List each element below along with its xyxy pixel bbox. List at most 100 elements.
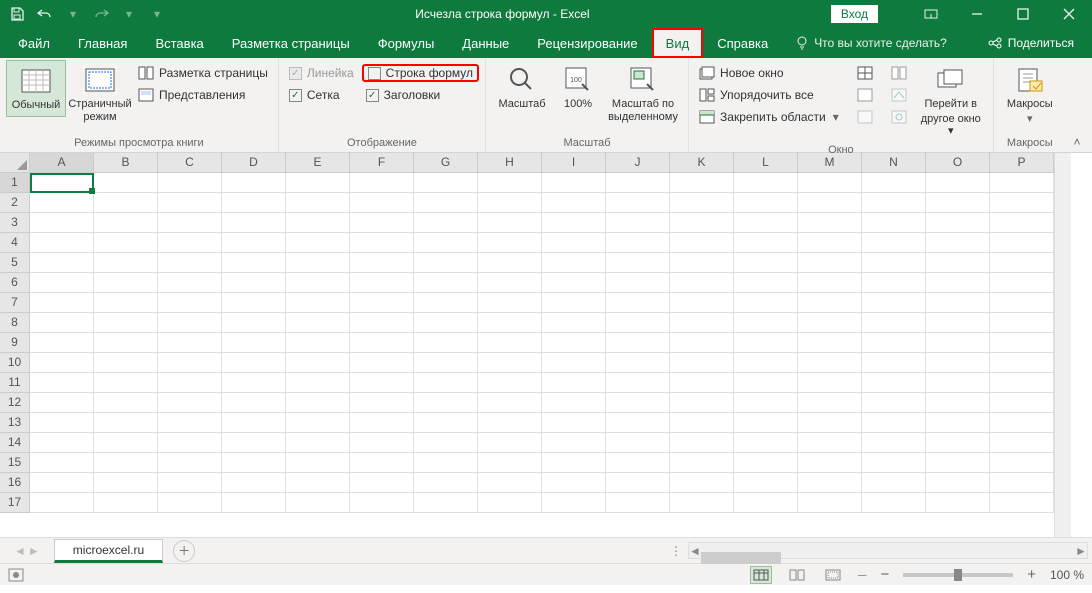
column-header[interactable]: C xyxy=(158,153,222,173)
cell[interactable] xyxy=(94,253,158,273)
cell[interactable] xyxy=(734,173,798,193)
freeze-panes-button[interactable]: Закрепить области▾ xyxy=(695,108,843,126)
cell[interactable] xyxy=(94,293,158,313)
redo-icon[interactable] xyxy=(90,3,112,25)
cell[interactable] xyxy=(542,253,606,273)
cell[interactable] xyxy=(222,173,286,193)
row-header[interactable]: 9 xyxy=(0,333,30,353)
row-header[interactable]: 4 xyxy=(0,233,30,253)
cell[interactable] xyxy=(350,453,414,473)
cell[interactable] xyxy=(734,353,798,373)
cell[interactable] xyxy=(286,233,350,253)
cell[interactable] xyxy=(414,433,478,453)
cell[interactable] xyxy=(542,393,606,413)
cell[interactable] xyxy=(30,273,94,293)
cell[interactable] xyxy=(30,453,94,473)
cell[interactable] xyxy=(670,493,734,513)
cell[interactable] xyxy=(30,413,94,433)
cell[interactable] xyxy=(94,453,158,473)
pagebreak-button[interactable]: Страничный режим xyxy=(70,60,130,127)
cell[interactable] xyxy=(286,453,350,473)
cell[interactable] xyxy=(222,253,286,273)
view-pagelayout-icon[interactable] xyxy=(786,566,808,584)
cell[interactable] xyxy=(926,213,990,233)
zoom-in-icon[interactable]: + xyxy=(1027,566,1036,583)
row-headers[interactable]: 1234567891011121314151617 xyxy=(0,173,30,513)
cell[interactable] xyxy=(990,353,1054,373)
cell[interactable] xyxy=(94,193,158,213)
cell[interactable] xyxy=(542,433,606,453)
row-header[interactable]: 12 xyxy=(0,393,30,413)
cell[interactable] xyxy=(862,253,926,273)
cell[interactable] xyxy=(158,413,222,433)
cell[interactable] xyxy=(606,293,670,313)
sync-button[interactable] xyxy=(887,64,911,82)
redo-dropdown-icon[interactable]: ▾ xyxy=(118,3,140,25)
cell[interactable] xyxy=(478,353,542,373)
scroll-left-icon[interactable]: ◄ xyxy=(689,544,701,558)
cell[interactable] xyxy=(286,193,350,213)
cell[interactable] xyxy=(670,373,734,393)
row-header[interactable]: 5 xyxy=(0,253,30,273)
cell[interactable] xyxy=(670,193,734,213)
cell[interactable] xyxy=(542,373,606,393)
cell[interactable] xyxy=(478,433,542,453)
zoom-level[interactable]: 100 % xyxy=(1050,568,1084,582)
cell[interactable] xyxy=(414,353,478,373)
cell[interactable] xyxy=(286,373,350,393)
cell[interactable] xyxy=(286,393,350,413)
cell[interactable] xyxy=(478,273,542,293)
cell[interactable] xyxy=(350,253,414,273)
cell[interactable] xyxy=(670,313,734,333)
cell[interactable] xyxy=(862,453,926,473)
cell[interactable] xyxy=(222,313,286,333)
cell[interactable] xyxy=(926,293,990,313)
cell[interactable] xyxy=(478,193,542,213)
cell[interactable] xyxy=(286,493,350,513)
cell[interactable] xyxy=(158,333,222,353)
zoom-out-icon[interactable]: − xyxy=(880,566,889,583)
row-header[interactable]: 16 xyxy=(0,473,30,493)
cell[interactable] xyxy=(478,173,542,193)
tab-pagelayout[interactable]: Разметка страницы xyxy=(218,28,364,58)
cell[interactable] xyxy=(606,493,670,513)
cell[interactable] xyxy=(158,233,222,253)
cell[interactable] xyxy=(286,213,350,233)
cell[interactable] xyxy=(798,353,862,373)
column-header[interactable]: F xyxy=(350,153,414,173)
cell[interactable] xyxy=(606,173,670,193)
tab-home[interactable]: Главная xyxy=(64,28,141,58)
select-all-corner[interactable] xyxy=(0,153,30,173)
row-header[interactable]: 13 xyxy=(0,413,30,433)
cell[interactable] xyxy=(990,293,1054,313)
cell[interactable] xyxy=(478,473,542,493)
cell[interactable] xyxy=(990,373,1054,393)
cell[interactable] xyxy=(414,253,478,273)
cell[interactable] xyxy=(222,193,286,213)
cell[interactable] xyxy=(798,273,862,293)
cell[interactable] xyxy=(30,493,94,513)
cell[interactable] xyxy=(542,193,606,213)
cell[interactable] xyxy=(286,473,350,493)
cell[interactable] xyxy=(350,373,414,393)
cell[interactable] xyxy=(222,213,286,233)
cell[interactable] xyxy=(926,273,990,293)
undo-icon[interactable] xyxy=(34,3,56,25)
cell[interactable] xyxy=(350,293,414,313)
cell[interactable] xyxy=(734,213,798,233)
cell[interactable] xyxy=(414,473,478,493)
cell[interactable] xyxy=(350,193,414,213)
column-header[interactable]: H xyxy=(478,153,542,173)
cell[interactable] xyxy=(350,273,414,293)
cell[interactable] xyxy=(798,433,862,453)
cell[interactable] xyxy=(94,493,158,513)
cell[interactable] xyxy=(606,313,670,333)
cell[interactable] xyxy=(926,453,990,473)
row-header[interactable]: 7 xyxy=(0,293,30,313)
cell[interactable] xyxy=(798,173,862,193)
row-header[interactable]: 14 xyxy=(0,433,30,453)
row-header[interactable]: 10 xyxy=(0,353,30,373)
cell[interactable] xyxy=(798,393,862,413)
cell[interactable] xyxy=(606,393,670,413)
cell[interactable] xyxy=(670,433,734,453)
